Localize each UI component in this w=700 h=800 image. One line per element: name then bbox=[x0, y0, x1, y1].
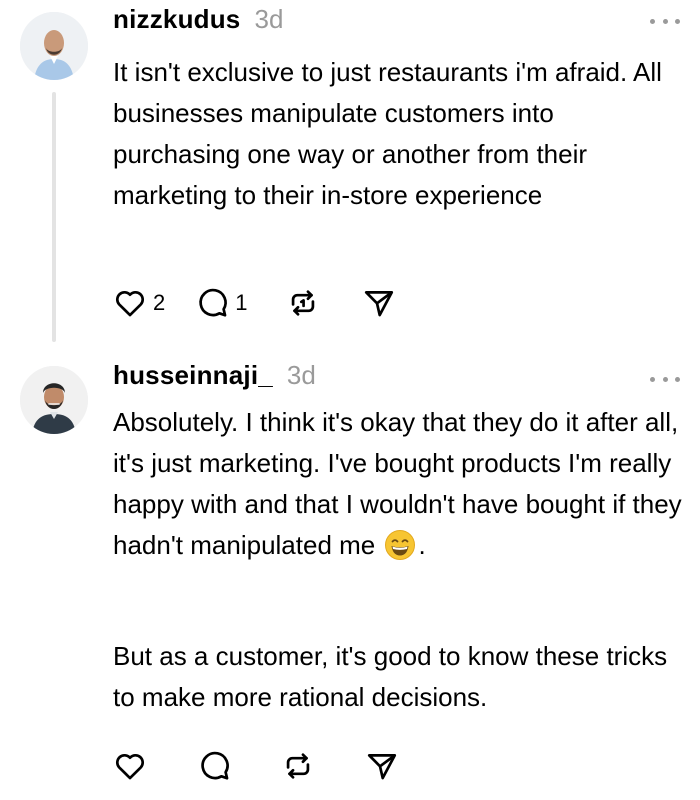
like-button[interactable]: 2 bbox=[113, 286, 165, 320]
like-button[interactable] bbox=[113, 749, 147, 783]
send-icon bbox=[367, 754, 397, 780]
more-icon[interactable] bbox=[650, 14, 680, 28]
post-text: It isn't exclusive to just restaurants i… bbox=[113, 57, 662, 210]
action-bar: 2 1 bbox=[113, 283, 396, 323]
action-bar bbox=[113, 746, 399, 786]
avatar-image bbox=[20, 12, 88, 80]
comment-icon bbox=[201, 751, 229, 780]
heart-icon bbox=[116, 290, 144, 317]
post: nizzkudus 3d It isn't exclusive to just … bbox=[0, 0, 700, 350]
thread-line bbox=[52, 92, 56, 342]
repost-icon bbox=[286, 753, 310, 779]
reply-count: 1 bbox=[235, 290, 248, 315]
username[interactable]: husseinnaji_ bbox=[113, 360, 273, 391]
timestamp: 3d bbox=[254, 4, 284, 34]
reply-button[interactable]: 1 bbox=[195, 286, 248, 320]
post-text: Absolutely. I think it's okay that they … bbox=[113, 402, 683, 566]
avatar[interactable] bbox=[20, 366, 88, 434]
repost-button[interactable] bbox=[281, 749, 315, 783]
post-text-part: . bbox=[418, 530, 426, 560]
timestamp: 3d bbox=[286, 360, 316, 390]
comment-icon bbox=[199, 288, 228, 317]
avatar-image bbox=[20, 366, 88, 434]
grinning-face-emoji-icon bbox=[385, 530, 416, 560]
send-icon bbox=[364, 291, 393, 317]
share-button[interactable] bbox=[362, 286, 396, 320]
post-header: husseinnaji_ 3d bbox=[113, 360, 316, 391]
post-text: But as a customer, it's good to know the… bbox=[113, 641, 668, 712]
username[interactable]: nizzkudus bbox=[113, 4, 240, 35]
post: husseinnaji_ 3d Absolutely. I think it's… bbox=[0, 350, 700, 800]
like-count: 2 bbox=[153, 290, 166, 315]
more-icon[interactable] bbox=[650, 372, 680, 386]
share-button[interactable] bbox=[365, 749, 399, 783]
avatar[interactable] bbox=[20, 12, 88, 80]
post-header: nizzkudus 3d bbox=[113, 4, 283, 35]
repost-button[interactable] bbox=[286, 286, 320, 320]
repost-icon bbox=[291, 290, 314, 316]
heart-icon bbox=[116, 753, 144, 780]
reply-button[interactable] bbox=[197, 749, 231, 783]
